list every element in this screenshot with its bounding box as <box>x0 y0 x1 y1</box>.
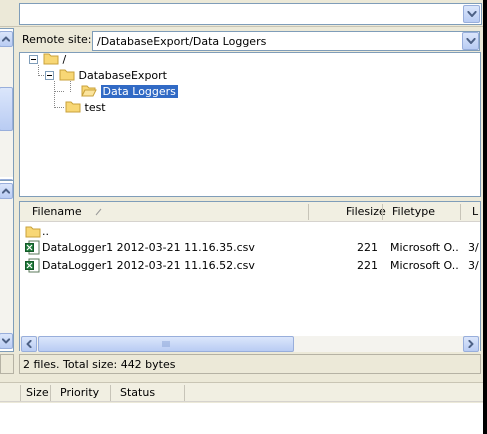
tree-node-label: Data Loggers <box>100 85 178 98</box>
file-size: 221 <box>357 241 378 254</box>
scroll-up-button[interactable] <box>0 31 13 47</box>
file-name: .. <box>42 225 49 238</box>
collapse-toggle-icon[interactable] <box>29 55 38 64</box>
scroll-right-button[interactable] <box>463 336 479 352</box>
scroll-track[interactable] <box>0 199 13 333</box>
column-last-modified[interactable]: L <box>466 202 480 222</box>
queue-column-size[interactable]: Size <box>20 383 50 403</box>
transfer-queue-header: Size Priority Status <box>0 382 487 402</box>
tree-node-root[interactable]: / <box>43 52 66 67</box>
transfer-queue-list[interactable] <box>0 403 487 434</box>
column-divider[interactable] <box>50 385 51 401</box>
file-type: Microsoft O... <box>390 259 458 272</box>
file-name: DataLogger1 2012-03-21 11.16.52.csv <box>42 259 255 272</box>
file-size: 221 <box>357 259 378 272</box>
tree-node-label: DatabaseExport <box>78 69 168 82</box>
folder-icon <box>43 53 59 65</box>
chevron-down-icon <box>2 338 10 344</box>
local-status-bar <box>0 354 14 374</box>
local-site-dropdown[interactable] <box>19 3 482 25</box>
chevron-up-icon <box>2 36 10 42</box>
folder-icon <box>25 226 41 238</box>
tree-connector <box>54 81 55 108</box>
local-site-dropdown-button[interactable] <box>463 5 480 23</box>
scroll-left-button[interactable] <box>21 336 37 352</box>
scroll-track[interactable] <box>0 47 13 177</box>
column-label: Filename <box>32 205 82 218</box>
tree-node-data-loggers[interactable]: Data Loggers <box>81 84 178 99</box>
chevron-up-icon <box>2 188 10 194</box>
tree-node-test[interactable]: test <box>65 100 106 115</box>
file-list-header: Filename Filesize Filetype L <box>20 202 480 222</box>
chevron-left-icon <box>26 340 32 348</box>
column-divider[interactable] <box>382 204 383 220</box>
list-item-parent-directory[interactable]: .. <box>20 224 480 240</box>
remote-directory-tree[interactable]: / DatabaseExport Data Loggers test <box>19 52 481 197</box>
grip-icon <box>162 341 170 347</box>
remote-status-bar: 2 files. Total size: 442 bytes <box>19 354 481 374</box>
folder-icon <box>59 69 75 81</box>
status-text: 2 files. Total size: 442 bytes <box>23 358 176 371</box>
queue-column-status[interactable]: Status <box>114 383 174 403</box>
file-last-modified: 3/ <box>468 259 479 272</box>
excel-csv-file-icon <box>25 258 40 273</box>
column-filetype[interactable]: Filetype <box>386 202 456 222</box>
column-divider[interactable] <box>110 385 111 401</box>
scroll-up-button[interactable] <box>0 183 13 199</box>
file-last-modified: 3/ <box>468 241 479 254</box>
table-row[interactable]: DataLogger1 2012-03-21 11.16.52.csv 221 … <box>20 258 480 274</box>
chevron-down-icon <box>467 11 476 17</box>
horizontal-scrollbar[interactable] <box>20 336 480 352</box>
window-edge <box>483 0 487 434</box>
column-filesize[interactable]: Filesize <box>340 202 386 222</box>
column-divider[interactable] <box>308 204 309 220</box>
column-divider[interactable] <box>460 204 461 220</box>
table-row[interactable]: DataLogger1 2012-03-21 11.16.35.csv 221 … <box>20 240 480 256</box>
scroll-thumb[interactable] <box>0 87 13 131</box>
tree-connector <box>54 91 64 92</box>
remote-site-path-input[interactable]: /DatabaseExport/Data Loggers <box>92 31 480 51</box>
tree-connector <box>54 107 64 108</box>
top-toolbar-strip <box>0 0 487 27</box>
remote-site-path-text: /DatabaseExport/Data Loggers <box>97 35 267 48</box>
column-divider[interactable] <box>184 385 185 401</box>
chevron-right-icon <box>468 340 474 348</box>
scroll-down-button[interactable] <box>0 333 13 349</box>
column-filename[interactable]: Filename <box>26 202 306 222</box>
tree-node-databaseexport[interactable]: DatabaseExport <box>59 68 167 83</box>
file-name: DataLogger1 2012-03-21 11.16.35.csv <box>42 241 255 254</box>
tree-node-label: / <box>62 53 67 66</box>
open-folder-icon <box>81 85 97 97</box>
local-tree-pane[interactable] <box>0 28 14 198</box>
chevron-down-icon <box>466 38 475 44</box>
file-type: Microsoft O... <box>390 241 458 254</box>
scroll-thumb[interactable] <box>38 336 294 352</box>
folder-icon <box>65 101 81 113</box>
collapse-toggle-icon[interactable] <box>45 71 54 80</box>
queue-column-priority[interactable]: Priority <box>54 383 110 403</box>
excel-csv-file-icon <box>25 240 40 255</box>
remote-file-list[interactable]: Filename Filesize Filetype L .. DataLogg… <box>19 201 481 352</box>
remote-site-label: Remote site: <box>22 33 92 46</box>
tree-node-label: test <box>84 101 106 114</box>
sort-indicator-icon <box>95 208 102 216</box>
remote-site-dropdown-button[interactable] <box>462 32 479 50</box>
local-list-pane[interactable] <box>0 180 14 352</box>
